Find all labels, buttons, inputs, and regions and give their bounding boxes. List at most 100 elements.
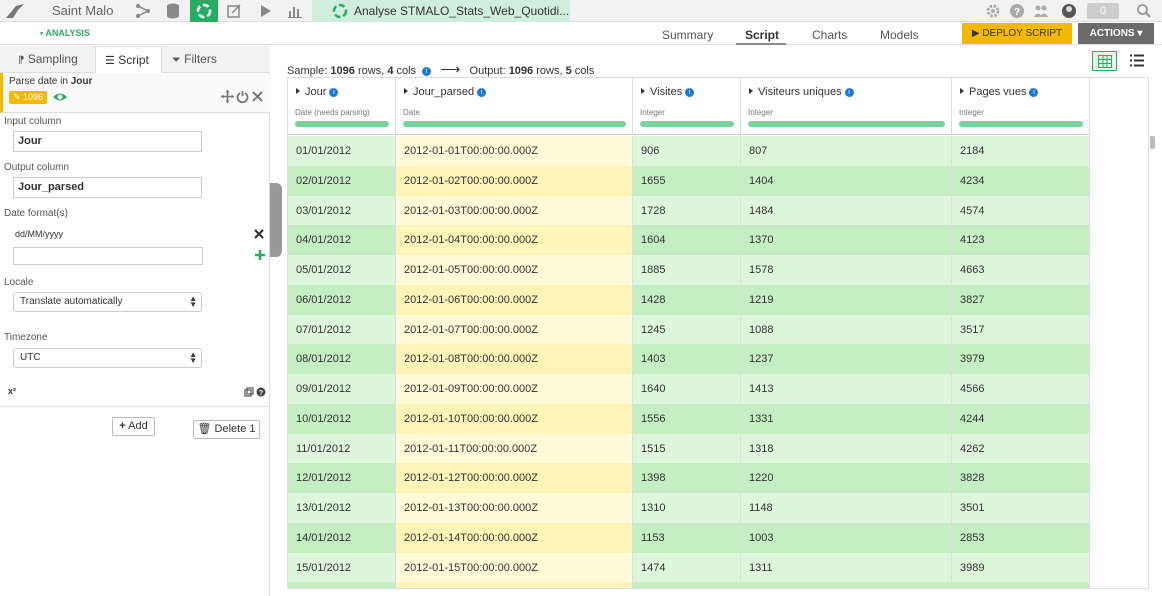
- cell-jour-parsed[interactable]: 2012-01-02T00:00:00.000Z: [396, 165, 633, 196]
- cell-visiteurs-uniques[interactable]: 1318: [741, 433, 952, 464]
- info-icon[interactable]: i: [422, 67, 432, 76]
- caret-right-icon[interactable]: [749, 88, 753, 94]
- output-column-field[interactable]: Jour_parsed: [13, 177, 202, 198]
- tab-models[interactable]: Models: [880, 28, 919, 42]
- recipes-nav-active[interactable]: [190, 0, 218, 22]
- cell-jour[interactable]: 01/01/2012: [288, 136, 396, 166]
- cell-visiteurs-uniques[interactable]: 1404: [741, 165, 952, 196]
- cell-visites[interactable]: 1403: [633, 344, 741, 375]
- cell-visites[interactable]: 1310: [633, 493, 741, 523]
- cell-jour-parsed[interactable]: 2012-01-05T00:00:00.000Z: [396, 255, 633, 285]
- cell-jour[interactable]: 11/01/2012: [288, 433, 396, 464]
- column-meaning[interactable]: Date (needs parsing): [295, 108, 370, 117]
- power-icon[interactable]: [236, 90, 249, 103]
- analysis-tab[interactable]: Analyse STMALO_Stats_Web_Quotidi...: [312, 0, 570, 22]
- copy-icon[interactable]: [244, 387, 254, 397]
- table-row[interactable]: 02/01/2012 2012-01-02T00:00:00.000Z 1655 14…: [288, 165, 1090, 196]
- table-row[interactable]: 14/01/2012 2012-01-14T00:00:00.000Z 1153 10…: [288, 522, 1090, 553]
- cell-visites[interactable]: 1556: [633, 403, 741, 434]
- cell-pages-vues[interactable]: 4123: [952, 225, 1090, 256]
- panel-splitter[interactable]: [270, 183, 282, 257]
- cell-jour-parsed[interactable]: 2012-01-09T00:00:00.000Z: [396, 374, 633, 404]
- move-icon[interactable]: [221, 90, 234, 103]
- gear-icon[interactable]: [985, 3, 1001, 19]
- table-row[interactable]: 07/01/2012 2012-01-07T00:00:00.000Z 1245 10…: [288, 314, 1090, 345]
- play-icon[interactable]: [257, 3, 273, 19]
- cell-jour-parsed[interactable]: 2012-01-15T00:00:00.000Z: [396, 552, 633, 583]
- table-row[interactable]: 05/01/2012 2012-01-05T00:00:00.000Z 1885 15…: [288, 255, 1090, 285]
- table-row[interactable]: 11/01/2012 2012-01-11T00:00:00.000Z 1515 13…: [288, 433, 1090, 464]
- column-header-jour[interactable]: Jour i Date (needs parsing): [288, 78, 396, 135]
- cell-jour[interactable]: 09/01/2012: [288, 374, 396, 404]
- cell-pages-vues[interactable]: 3979: [952, 344, 1090, 375]
- cell-jour[interactable]: 14/01/2012: [288, 522, 396, 553]
- cell-jour-parsed[interactable]: 2012-01-13T00:00:00.000Z: [396, 493, 633, 523]
- cell-pages-vues[interactable]: 4262: [952, 433, 1090, 464]
- caret-right-icon[interactable]: [296, 88, 300, 94]
- column-header-pages-vues[interactable]: Pages vues i Integer: [952, 78, 1090, 135]
- cell-visites[interactable]: 1885: [633, 255, 741, 285]
- table-row[interactable]: [288, 582, 1090, 588]
- new-date-format-input[interactable]: [13, 247, 203, 265]
- table-row[interactable]: 12/01/2012 2012-01-12T00:00:00.000Z 1398 12…: [288, 463, 1090, 494]
- table-row[interactable]: 10/01/2012 2012-01-10T00:00:00.000Z 1556 13…: [288, 403, 1090, 434]
- input-column-field[interactable]: Jour: [13, 131, 202, 152]
- info-icon[interactable]: i: [477, 88, 487, 97]
- cell-pages-vues[interactable]: 3828: [952, 463, 1090, 494]
- cell-visiteurs-uniques[interactable]: [741, 582, 952, 588]
- cell-pages-vues[interactable]: 3517: [952, 314, 1090, 345]
- table-row[interactable]: 03/01/2012 2012-01-03T00:00:00.000Z 1728 14…: [288, 195, 1090, 226]
- caret-right-icon[interactable]: [404, 88, 408, 94]
- cell-visiteurs-uniques[interactable]: 1237: [741, 344, 952, 375]
- cell-jour-parsed[interactable]: 2012-01-14T00:00:00.000Z: [396, 522, 633, 553]
- cell-visiteurs-uniques[interactable]: 1413: [741, 374, 952, 404]
- bar-chart-icon[interactable]: [287, 3, 303, 19]
- cell-visites[interactable]: 1640: [633, 374, 741, 404]
- cell-pages-vues[interactable]: 2853: [952, 522, 1090, 553]
- cell-jour-parsed[interactable]: 2012-01-01T00:00:00.000Z: [396, 136, 633, 166]
- cell-visites[interactable]: 906: [633, 136, 741, 166]
- cell-jour[interactable]: 03/01/2012: [288, 195, 396, 226]
- table-row[interactable]: 01/01/2012 2012-01-01T00:00:00.000Z 906 807…: [288, 136, 1090, 166]
- cell-visites[interactable]: 1728: [633, 195, 741, 226]
- project-name[interactable]: Saint Malo: [52, 3, 113, 18]
- column-meaning[interactable]: Integer: [640, 108, 665, 117]
- delete-step-button[interactable]: 🗑 Delete 1: [193, 420, 260, 439]
- cell-jour[interactable]: 04/01/2012: [288, 225, 396, 256]
- add-step-button[interactable]: + Add: [112, 417, 155, 436]
- cell-jour[interactable]: 10/01/2012: [288, 403, 396, 434]
- cell-jour-parsed[interactable]: 2012-01-07T00:00:00.000Z: [396, 314, 633, 345]
- tab-script[interactable]: Script: [745, 28, 779, 42]
- cell-jour[interactable]: 08/01/2012: [288, 344, 396, 375]
- cell-jour[interactable]: 15/01/2012: [288, 552, 396, 583]
- cell-visites[interactable]: [633, 582, 741, 588]
- column-header-visiteurs-uniques[interactable]: Visiteurs uniques i Integer: [741, 78, 952, 135]
- tab-summary[interactable]: Summary: [662, 28, 713, 42]
- table-row[interactable]: 09/01/2012 2012-01-09T00:00:00.000Z 1640 14…: [288, 374, 1090, 404]
- cell-pages-vues[interactable]: 4566: [952, 374, 1090, 404]
- cell-visites[interactable]: 1655: [633, 165, 741, 196]
- cell-pages-vues[interactable]: 3989: [952, 552, 1090, 583]
- remove-format-icon[interactable]: [254, 229, 264, 239]
- avatar[interactable]: [1061, 3, 1077, 19]
- users-icon[interactable]: [1033, 3, 1049, 19]
- cell-visiteurs-uniques[interactable]: 1148: [741, 493, 952, 523]
- add-format-icon[interactable]: [255, 250, 265, 260]
- tab-sampling[interactable]: ⁋ Sampling: [18, 46, 93, 73]
- cell-jour[interactable]: 12/01/2012: [288, 463, 396, 494]
- column-meaning[interactable]: Integer: [959, 108, 984, 117]
- cell-pages-vues[interactable]: [952, 582, 1090, 588]
- cell-visites[interactable]: 1474: [633, 552, 741, 583]
- cell-visites[interactable]: 1428: [633, 284, 741, 315]
- cell-visiteurs-uniques[interactable]: 1088: [741, 314, 952, 345]
- cell-pages-vues[interactable]: 3827: [952, 284, 1090, 315]
- cell-visiteurs-uniques[interactable]: 1370: [741, 225, 952, 256]
- help-icon[interactable]: ?: [256, 387, 266, 397]
- cell-jour-parsed[interactable]: 2012-01-12T00:00:00.000Z: [396, 463, 633, 494]
- datasets-icon[interactable]: [165, 3, 181, 19]
- cell-visites[interactable]: 1515: [633, 433, 741, 464]
- cell-pages-vues[interactable]: 4574: [952, 195, 1090, 226]
- info-icon[interactable]: i: [329, 88, 339, 97]
- notification-count[interactable]: 0: [1087, 3, 1119, 19]
- table-row[interactable]: 13/01/2012 2012-01-13T00:00:00.000Z 1310 11…: [288, 493, 1090, 523]
